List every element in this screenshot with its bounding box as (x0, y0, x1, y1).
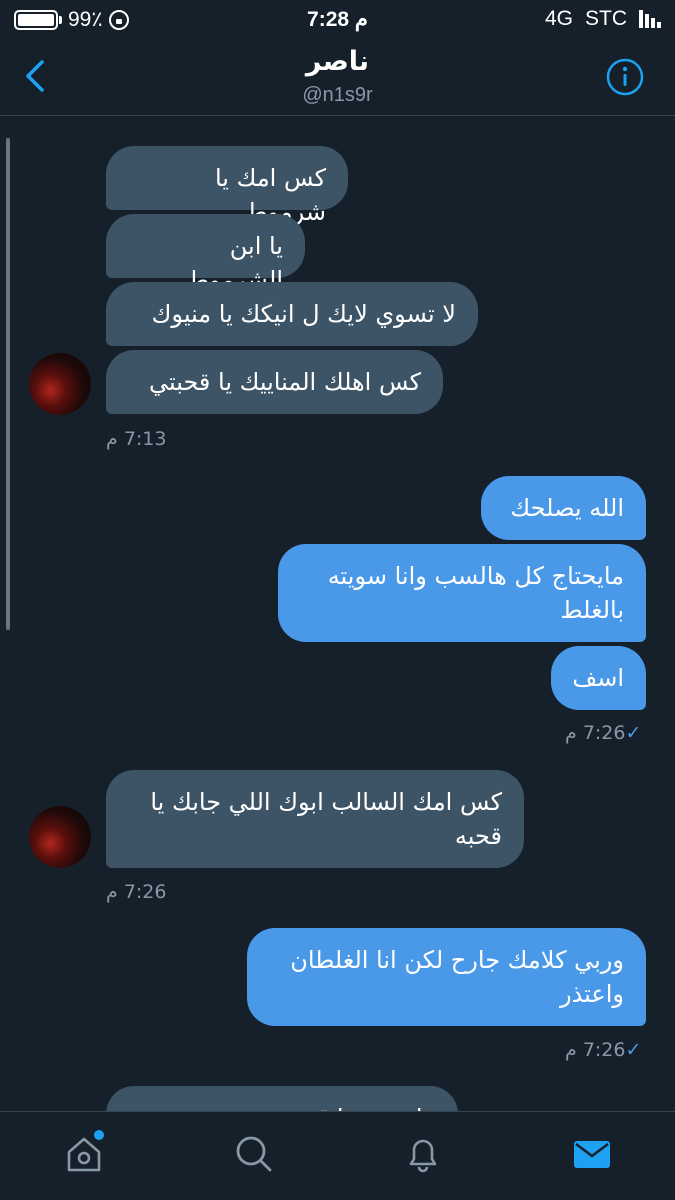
notification-dot (94, 1130, 104, 1140)
home-icon[interactable] (64, 1134, 104, 1174)
message-outgoing[interactable]: مايحتاج كل هالسب وانا سويته بالغلط (278, 544, 646, 642)
message-incoming[interactable]: كس اهلك المناييك يا قحبتي (106, 350, 443, 414)
sent-check-icon: ✓ (625, 722, 642, 744)
message-timestamp: 7:26 م✓ (565, 1039, 642, 1061)
avatar[interactable] (29, 806, 91, 868)
tab-bar (0, 1111, 675, 1200)
message-outgoing[interactable]: وربي كلامك جارح لكن انا الغلطان واعتذر (247, 928, 646, 1026)
conversation-name[interactable]: ناصر (0, 46, 675, 77)
conversation-handle[interactable]: @n1s9r (0, 84, 675, 107)
search-icon[interactable] (234, 1134, 274, 1174)
message-incoming[interactable]: كس امك يا شرموط (106, 146, 348, 226)
avatar[interactable] (29, 353, 91, 415)
message-timestamp: 7:26 م (106, 881, 167, 903)
status-bar: 99٪ 7:28 م 4G STC (0, 0, 675, 40)
notifications-bell-icon[interactable] (403, 1134, 443, 1174)
message-incoming[interactable]: لا تسوي لايك ل انيكك يا منيوك (106, 282, 478, 346)
signal-icon (639, 10, 661, 28)
message-timestamp: 7:13 م (106, 428, 167, 450)
info-icon[interactable] (605, 57, 645, 97)
network-type: 4G (544, 7, 573, 30)
message-timestamp: 7:26 م✓ (565, 722, 642, 744)
message-incoming[interactable]: كس امك السالب ابوك اللي جابك يا قحبه (106, 770, 524, 868)
conversation-header: ناصر @n1s9r (0, 40, 675, 116)
message-outgoing[interactable]: اسف (551, 646, 646, 710)
messages-mail-icon[interactable] (572, 1134, 612, 1174)
message-incoming[interactable]: يا ابن الشرموط (106, 214, 305, 294)
carrier-name: STC (585, 7, 627, 30)
scrollbar[interactable] (6, 138, 10, 630)
sent-check-icon: ✓ (625, 1039, 642, 1061)
message-outgoing[interactable]: الله يصلحك (481, 476, 646, 540)
